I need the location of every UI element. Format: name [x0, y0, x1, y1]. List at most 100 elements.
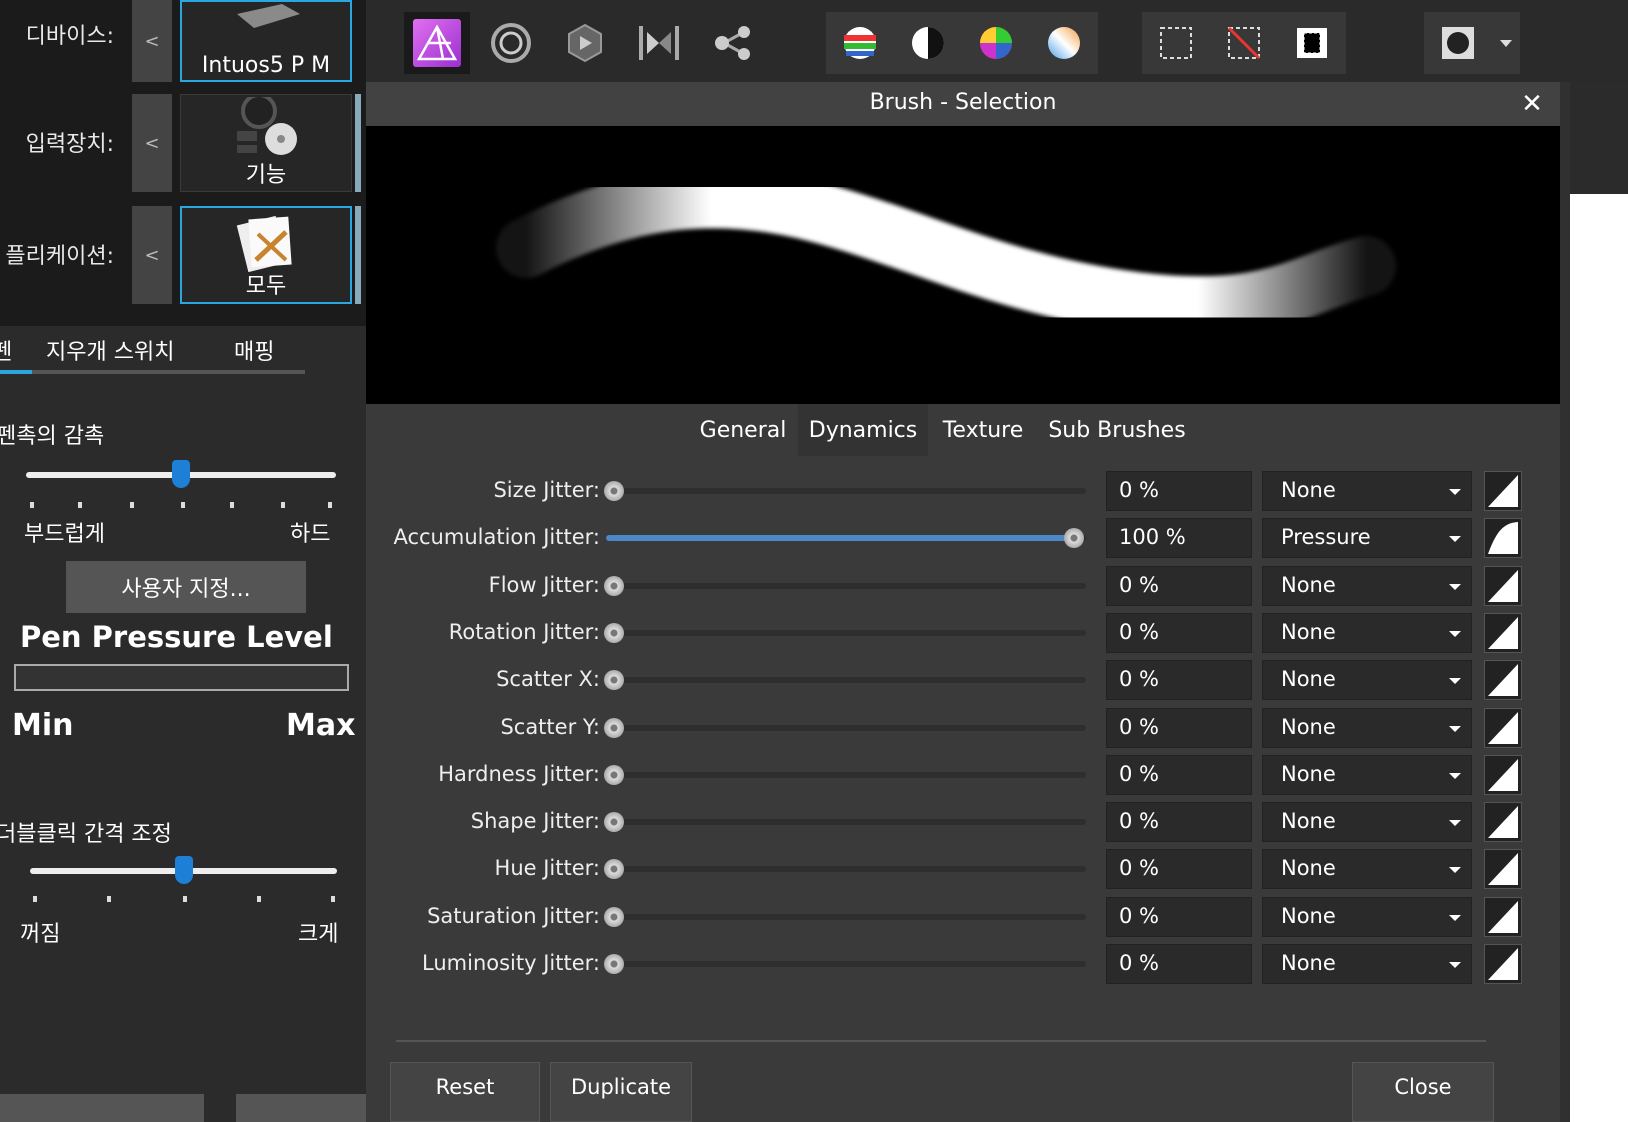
jitter-slider[interactable] [604, 954, 1086, 974]
double-click-max-label: 크게 [298, 922, 339, 947]
jitter-value-field[interactable]: 0 % [1106, 802, 1252, 842]
develop-persona-button[interactable] [554, 12, 616, 74]
slider-knob[interactable] [604, 576, 624, 596]
jitter-controller-dropdown[interactable]: None [1262, 471, 1472, 511]
jitter-controller-dropdown[interactable]: None [1262, 944, 1472, 984]
tab-pen[interactable]: 펜 [0, 334, 12, 366]
jitter-value-field[interactable]: 100 % [1106, 518, 1252, 558]
liquify-persona-button[interactable] [480, 12, 542, 74]
input-scrollbar[interactable] [355, 94, 361, 192]
dialog-titlebar[interactable]: Brush - Selection ✕ [366, 82, 1560, 126]
slider-knob[interactable] [604, 670, 624, 690]
close-button[interactable]: Close [1352, 1062, 1494, 1122]
white-balance-button[interactable] [1030, 12, 1098, 74]
input-scroll-left-button[interactable]: < [132, 94, 172, 192]
export-persona-button[interactable] [702, 12, 764, 74]
tone-mapping-persona-button[interactable] [628, 12, 690, 74]
jitter-controller-dropdown[interactable]: Pressure [1262, 518, 1472, 558]
jitter-value-field[interactable]: 0 % [1106, 708, 1252, 748]
jitter-slider[interactable] [604, 481, 1086, 501]
slider-knob[interactable] [604, 954, 624, 974]
slider-knob[interactable] [604, 765, 624, 785]
response-curve-button[interactable] [1484, 660, 1522, 700]
jitter-value-field[interactable]: 0 % [1106, 566, 1252, 606]
slider-knob[interactable] [604, 481, 624, 501]
bottom-button-left[interactable] [0, 1094, 204, 1122]
jitter-controller-dropdown[interactable]: None [1262, 566, 1472, 606]
slider-knob[interactable] [604, 718, 624, 738]
slider-knob[interactable] [604, 907, 624, 927]
jitter-label: Scatter X: [496, 667, 600, 691]
response-curve-button[interactable] [1484, 802, 1522, 842]
reset-button[interactable]: Reset [390, 1062, 540, 1122]
jitter-slider[interactable] [604, 623, 1086, 643]
jitter-slider[interactable] [604, 765, 1086, 785]
jitter-slider[interactable] [604, 718, 1086, 738]
jitter-value-field[interactable]: 0 % [1106, 660, 1252, 700]
jitter-controller-dropdown[interactable]: None [1262, 613, 1472, 653]
device-tile[interactable]: Intuos5 P M [180, 0, 352, 82]
quick-mask-dropdown[interactable] [1492, 12, 1520, 74]
close-icon[interactable]: ✕ [1514, 84, 1550, 124]
deselect-button[interactable] [1210, 12, 1278, 74]
canvas-edge [1570, 82, 1628, 1122]
device-scroll-left-button[interactable]: < [132, 0, 172, 82]
jitter-controller-dropdown[interactable]: None [1262, 802, 1472, 842]
tab-texture[interactable]: Texture [928, 404, 1038, 456]
response-curve-button[interactable] [1484, 613, 1522, 653]
photo-persona-button[interactable] [404, 12, 470, 74]
jitter-value-field[interactable]: 0 % [1106, 849, 1252, 889]
response-curve-button[interactable] [1484, 708, 1522, 748]
duplicate-button[interactable]: Duplicate [550, 1062, 692, 1122]
invert-selection-button[interactable] [1278, 12, 1346, 74]
jitter-slider[interactable] [604, 812, 1086, 832]
jitter-controller-dropdown[interactable]: None [1262, 897, 1472, 937]
jitter-slider[interactable] [604, 907, 1086, 927]
jitter-slider[interactable] [606, 528, 1086, 548]
response-curve-button[interactable] [1484, 566, 1522, 606]
jitter-value-field[interactable]: 0 % [1106, 471, 1252, 511]
customize-button[interactable]: 사용자 지정... [66, 561, 306, 613]
slider-knob[interactable] [1064, 528, 1084, 548]
white-balance-icon [1048, 27, 1080, 59]
response-curve-button[interactable] [1484, 755, 1522, 795]
jitter-slider[interactable] [604, 670, 1086, 690]
response-curve-button[interactable] [1484, 518, 1522, 558]
response-curve-button[interactable] [1484, 897, 1522, 937]
application-scrollbar[interactable] [355, 206, 361, 304]
input-device-tile[interactable]: 기능 [180, 94, 352, 192]
tab-sub-brushes[interactable]: Sub Brushes [1038, 404, 1196, 456]
jitter-controller-dropdown[interactable]: None [1262, 708, 1472, 748]
jitter-value-field[interactable]: 0 % [1106, 755, 1252, 795]
tab-mapping[interactable]: 매핑 [234, 334, 274, 366]
tick [30, 502, 34, 508]
dialog-title: Brush - Selection [869, 90, 1057, 115]
tip-feel-slider-thumb[interactable] [172, 460, 190, 488]
slider-knob[interactable] [604, 623, 624, 643]
select-all-button[interactable] [1142, 12, 1210, 74]
jitter-controller-dropdown[interactable]: None [1262, 849, 1472, 889]
tab-dynamics[interactable]: Dynamics [798, 404, 928, 456]
tab-general[interactable]: General [688, 404, 798, 456]
contrast-button[interactable] [894, 12, 962, 74]
jitter-value-field[interactable]: 0 % [1106, 897, 1252, 937]
jitter-slider[interactable] [604, 859, 1086, 879]
tab-eraser-switch[interactable]: 지우개 스위치 [46, 334, 174, 366]
quick-mask-button[interactable] [1424, 12, 1492, 74]
double-click-slider-thumb[interactable] [174, 856, 193, 884]
bottom-button-right[interactable] [236, 1094, 366, 1122]
jitter-slider[interactable] [604, 576, 1086, 596]
response-curve-button[interactable] [1484, 471, 1522, 511]
slider-knob[interactable] [604, 812, 624, 832]
application-tile[interactable]: 모두 [180, 206, 352, 304]
jitter-value-field[interactable]: 0 % [1106, 613, 1252, 653]
levels-button[interactable] [826, 12, 894, 74]
jitter-value-field[interactable]: 0 % [1106, 944, 1252, 984]
application-scroll-left-button[interactable]: < [132, 206, 172, 304]
jitter-controller-dropdown[interactable]: None [1262, 755, 1472, 795]
jitter-controller-dropdown[interactable]: None [1262, 660, 1472, 700]
slider-knob[interactable] [604, 859, 624, 879]
response-curve-button[interactable] [1484, 944, 1522, 984]
response-curve-button[interactable] [1484, 849, 1522, 889]
color-wheel-button[interactable] [962, 12, 1030, 74]
